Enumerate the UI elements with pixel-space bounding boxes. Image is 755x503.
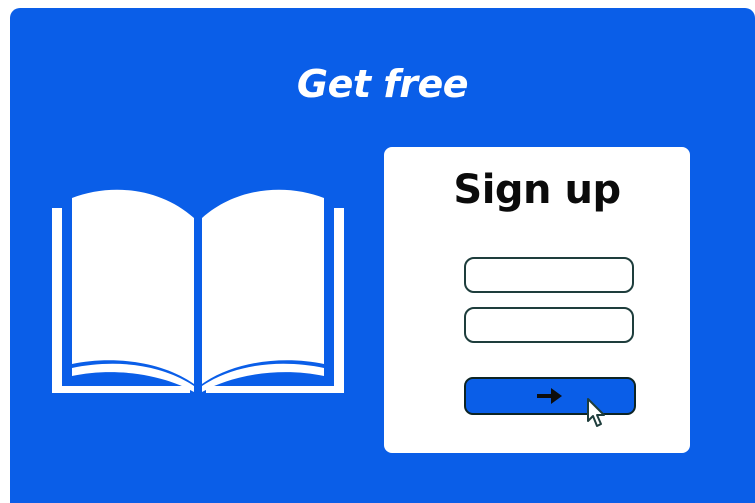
arrow-right-icon bbox=[535, 386, 565, 406]
signup-field-1[interactable] bbox=[464, 257, 634, 293]
pointer-hand-icon bbox=[587, 398, 605, 427]
signup-field-2[interactable] bbox=[464, 307, 634, 343]
open-book-icon bbox=[52, 189, 344, 393]
promo-banner: Get free Sign up bbox=[10, 8, 755, 503]
banner-headline: Get free bbox=[296, 62, 469, 106]
signup-card: Sign up bbox=[384, 147, 690, 453]
signup-title: Sign up bbox=[453, 167, 621, 213]
submit-button[interactable] bbox=[464, 377, 636, 415]
